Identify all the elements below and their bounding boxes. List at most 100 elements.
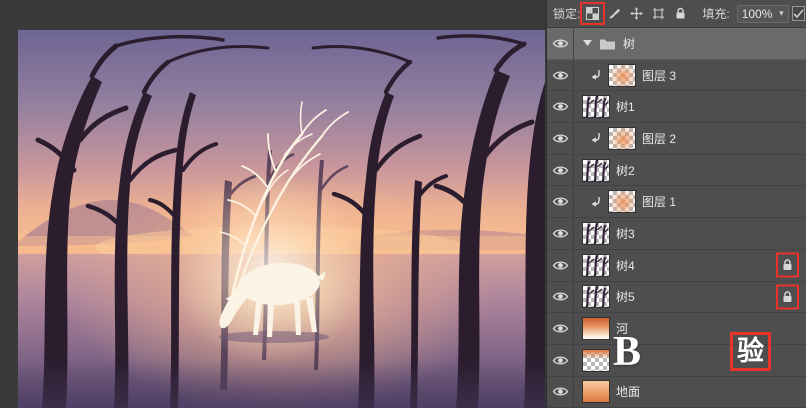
lock-position-button[interactable]: [627, 5, 646, 22]
layer-row[interactable]: 树1: [547, 91, 806, 123]
layer-name[interactable]: 图层 3: [642, 67, 676, 84]
layer-row[interactable]: 树: [547, 28, 806, 60]
layer-thumbnail[interactable]: [583, 255, 609, 276]
group-expand-chevron[interactable]: [583, 40, 592, 46]
layer-name[interactable]: 树: [623, 35, 635, 52]
visibility-toggle[interactable]: [547, 313, 574, 344]
layer-row-body[interactable]: 树3: [574, 218, 806, 249]
layer-name[interactable]: 树2: [616, 162, 635, 179]
layer-name[interactable]: 地面: [616, 383, 640, 400]
visibility-toggle[interactable]: [547, 186, 574, 217]
visibility-toggle[interactable]: [547, 345, 574, 376]
fill-label: 填充:: [702, 5, 729, 22]
layer-row[interactable]: 图层 1: [547, 186, 806, 218]
layer-thumbnail[interactable]: [583, 223, 609, 244]
lock-icon: [782, 290, 793, 303]
clipping-arrow-icon: [590, 132, 602, 144]
layer-row-body[interactable]: 图层 2: [574, 123, 806, 154]
layer-name[interactable]: 树4: [616, 257, 635, 274]
layers-panel: 锁定:: [546, 0, 806, 408]
clipping-arrow-icon: [590, 196, 602, 208]
visibility-toggle[interactable]: [547, 91, 574, 122]
visibility-toggle[interactable]: [547, 282, 574, 313]
layer-row-body[interactable]: 图层 3: [574, 60, 806, 91]
chevron-down-icon: [583, 40, 592, 46]
chevron-down-icon: ▾: [779, 8, 784, 19]
layer-row-body[interactable]: 树4: [574, 250, 806, 281]
layer-thumbnail[interactable]: [583, 318, 609, 339]
tree-thumbnail-art: [583, 286, 609, 307]
layer-thumbnail[interactable]: [609, 191, 635, 212]
brush-icon: [608, 7, 621, 20]
check-icon[interactable]: [792, 6, 805, 21]
layer-row-body[interactable]: 树: [574, 28, 806, 59]
eye-icon: [552, 195, 569, 208]
eye-icon: [552, 164, 569, 177]
eye-icon: [552, 132, 569, 145]
visibility-toggle[interactable]: [547, 60, 574, 91]
fill-value: 100%: [742, 7, 773, 21]
visibility-toggle[interactable]: [547, 377, 574, 408]
layer-row-body[interactable]: 树2: [574, 155, 806, 186]
layer-name[interactable]: 图层 2: [642, 130, 676, 147]
layer-row-body[interactable]: 河: [574, 313, 806, 344]
checkerboard-icon: [586, 7, 599, 20]
layer-row[interactable]: 树4: [547, 250, 806, 282]
prevent-artboard-autonest-button[interactable]: [649, 5, 668, 22]
lock-transparent-pixels-button[interactable]: [583, 5, 602, 22]
layer-row-body[interactable]: 地面: [574, 377, 806, 408]
eye-icon: [552, 290, 569, 303]
layer-row[interactable]: 图层 2: [547, 123, 806, 155]
layer-thumbnail[interactable]: [583, 350, 609, 371]
layer-row[interactable]: 地面: [547, 377, 806, 408]
layer-row-body[interactable]: 树5: [574, 282, 806, 313]
visibility-toggle[interactable]: [547, 28, 574, 59]
clipping-mask-arrow-icon: [590, 132, 602, 144]
layers-panel-toolbar: 锁定:: [547, 0, 806, 28]
layer-row[interactable]: 树3: [547, 218, 806, 250]
deer-forest-artwork: [18, 30, 545, 408]
layer-row[interactable]: 树5: [547, 282, 806, 314]
clipping-mask-arrow-icon: [590, 69, 602, 81]
layer-thumbnail[interactable]: [583, 160, 609, 181]
layer-thumbnail[interactable]: [583, 381, 609, 402]
tree-thumbnail-art: [583, 255, 609, 276]
layer-lock-icon: [782, 259, 793, 272]
layer-row[interactable]: 图层 3: [547, 60, 806, 92]
eye-icon: [552, 227, 569, 240]
visibility-toggle[interactable]: [547, 250, 574, 281]
lock-image-pixels-button[interactable]: [605, 5, 624, 22]
layer-name[interactable]: 图层 1: [642, 193, 676, 210]
tree-thumbnail-art: [583, 160, 609, 181]
layer-row[interactable]: 河: [547, 313, 806, 345]
layer-thumbnail[interactable]: [609, 128, 635, 149]
layers-list: 树图层 3 树1 图层 2 树2 图层 1 树3 树4 树5 河地面: [547, 28, 806, 408]
layer-name[interactable]: 树1: [616, 98, 635, 115]
visibility-toggle[interactable]: [547, 155, 574, 186]
layer-row-body[interactable]: 图层 1: [574, 186, 806, 217]
lock-icon: [675, 7, 686, 20]
layer-name[interactable]: 河: [616, 320, 628, 337]
canvas-area[interactable]: [0, 0, 546, 408]
layer-row-body[interactable]: 树1: [574, 91, 806, 122]
visibility-toggle[interactable]: [547, 123, 574, 154]
layer-name[interactable]: 树5: [616, 288, 635, 305]
layer-thumbnail[interactable]: [609, 65, 635, 86]
clipping-mask-arrow-icon: [590, 196, 602, 208]
eye-icon: [552, 385, 569, 398]
lock-all-button[interactable]: [671, 5, 690, 22]
eye-icon: [552, 322, 569, 335]
lock-label: 锁定:: [553, 5, 580, 22]
layer-row[interactable]: 树2: [547, 155, 806, 187]
folder-icon: [599, 37, 616, 50]
visibility-toggle[interactable]: [547, 218, 574, 249]
eye-icon: [552, 354, 569, 367]
layer-thumbnail[interactable]: [583, 96, 609, 117]
layer-name[interactable]: 树3: [616, 225, 635, 242]
layer-thumbnail[interactable]: [583, 286, 609, 307]
fill-dropdown[interactable]: 100% ▾: [737, 5, 789, 23]
layer-row-body[interactable]: [574, 345, 806, 376]
layer-row[interactable]: [547, 345, 806, 377]
eye-icon: [552, 100, 569, 113]
eye-icon: [552, 69, 569, 82]
